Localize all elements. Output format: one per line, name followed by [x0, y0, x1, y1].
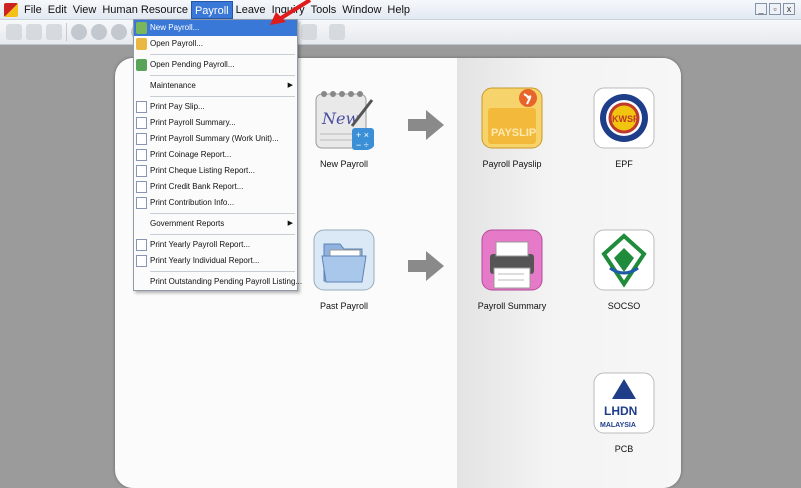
report-icon [136, 165, 147, 177]
annotation-arrow-icon [270, 0, 312, 25]
menu-item-print-coinage-report[interactable]: Print Coinage Report... [134, 147, 297, 163]
submenu-arrow-icon: ▶ [287, 82, 293, 89]
pcb-label: PCB [614, 444, 634, 454]
toolbar-separator [66, 23, 67, 41]
socso-logo-icon [593, 229, 655, 291]
pending-payroll-icon [136, 59, 147, 71]
svg-text:MALAYSIA: MALAYSIA [600, 422, 636, 429]
menu-item-government-reports[interactable]: Government Reports ▶ [134, 216, 297, 232]
pcb-tile[interactable]: LHDN MALAYSIA PCB [574, 371, 674, 454]
report-icon [136, 133, 147, 145]
payroll-payslip-tile[interactable]: PAYSLIP Payroll Payslip [462, 86, 562, 169]
app-icon [4, 2, 18, 17]
menu-item-print-contribution-info[interactable]: Print Contribution Info... [134, 195, 297, 211]
submenu-arrow-icon: ▶ [287, 220, 293, 227]
menu-item-print-cheque-listing-report[interactable]: Print Cheque Listing Report... [134, 163, 297, 179]
menu-bar: File Edit View Human Resource Payroll Le… [0, 0, 801, 20]
toolbar [0, 20, 801, 45]
report-icon [136, 197, 147, 209]
menu-item-print-credit-bank-report[interactable]: Print Credit Bank Report... [134, 179, 297, 195]
menu-separator [150, 96, 295, 97]
menu-leave[interactable]: Leave [233, 1, 269, 19]
report-icon [136, 149, 147, 161]
menu-item-open-payroll[interactable]: Open Payroll... [134, 36, 297, 52]
report-icon [136, 101, 147, 113]
socso-label: SOCSO [607, 301, 641, 311]
menu-item-print-payroll-summary[interactable]: Print Payroll Summary... [134, 115, 297, 131]
menu-item-print-payroll-summary-work-unit[interactable]: Print Payroll Summary (Work Unit)... [134, 131, 297, 147]
menu-separator [150, 75, 295, 76]
menu-separator [150, 213, 295, 214]
lhdn-logo-icon: LHDN MALAYSIA [593, 372, 655, 434]
next-record-icon[interactable] [111, 24, 127, 40]
menu-item-open-pending-payroll[interactable]: Open Pending Payroll... [134, 57, 297, 73]
menu-separator [150, 271, 295, 272]
new-payroll-icon [136, 22, 147, 34]
svg-text:+ ×: + × [356, 130, 369, 140]
menu-item-print-pay-slip[interactable]: Print Pay Slip... [134, 99, 297, 115]
cut-icon[interactable] [6, 24, 22, 40]
menu-tools[interactable]: Tools [308, 1, 340, 19]
payroll-summary-tile[interactable]: Payroll Summary [462, 228, 562, 311]
report-icon [136, 117, 147, 129]
print-icon[interactable] [301, 24, 317, 40]
past-payroll-tile[interactable]: Past Payroll [294, 228, 394, 311]
new-payroll-icon: New + ×− ÷ [315, 91, 374, 150]
copy-icon[interactable] [26, 24, 42, 40]
payroll-payslip-label: Payroll Payslip [482, 159, 542, 169]
new-payroll-label: New Payroll [319, 159, 368, 169]
restore-button[interactable]: ▫ [769, 3, 781, 15]
payroll-summary-label: Payroll Summary [477, 301, 547, 311]
past-payroll-label: Past Payroll [319, 301, 369, 311]
svg-text:KWSP: KWSP [612, 114, 639, 124]
paste-icon[interactable] [46, 24, 62, 40]
menu-item-print-outstanding-pending-payroll-listing[interactable]: Print Outstanding Pending Payroll Listin… [134, 274, 302, 290]
arrow-right-icon [408, 251, 444, 281]
minimize-button[interactable]: _ [755, 3, 767, 15]
menu-separator [150, 234, 295, 235]
report-icon [136, 239, 147, 251]
epf-logo-icon: KWSP [593, 87, 655, 149]
printer-icon [481, 229, 543, 291]
epf-label: EPF [615, 159, 633, 169]
menu-edit[interactable]: Edit [45, 1, 70, 19]
socso-tile[interactable]: SOCSO [574, 228, 674, 311]
export-icon[interactable] [329, 24, 345, 40]
svg-text:PAYSLIP: PAYSLIP [491, 127, 536, 139]
menu-item-print-yearly-payroll-report[interactable]: Print Yearly Payroll Report... [134, 237, 297, 253]
first-record-icon[interactable] [71, 24, 87, 40]
past-payroll-icon [313, 229, 375, 291]
menu-window[interactable]: Window [339, 1, 384, 19]
svg-text:LHDN: LHDN [604, 404, 637, 418]
payslip-icon: PAYSLIP [481, 87, 543, 149]
menu-help[interactable]: Help [384, 1, 413, 19]
svg-text:− ÷: − ÷ [356, 140, 369, 150]
close-button[interactable]: x [783, 3, 795, 15]
menu-payroll[interactable]: Payroll [190, 0, 233, 19]
window-controls: _ ▫ x [755, 3, 795, 15]
arrow-right-icon [408, 110, 444, 140]
previous-record-icon[interactable] [91, 24, 107, 40]
menu-separator [150, 54, 295, 55]
epf-tile[interactable]: KWSP EPF [574, 86, 674, 169]
open-payroll-icon [136, 38, 147, 50]
report-icon [136, 255, 147, 267]
menu-view[interactable]: View [70, 1, 100, 19]
payroll-menu: New Payroll... Open Payroll... Open Pend… [133, 19, 302, 291]
new-payroll-tile[interactable]: New + × − ÷ New Payroll [294, 86, 394, 169]
report-icon [136, 181, 147, 193]
menu-item-print-yearly-individual-report[interactable]: Print Yearly Individual Report... [134, 253, 297, 269]
menu-file[interactable]: File [21, 1, 45, 19]
menu-human-resource[interactable]: Human Resource [99, 1, 191, 19]
menu-item-maintenance[interactable]: Maintenance ▶ [134, 78, 297, 94]
